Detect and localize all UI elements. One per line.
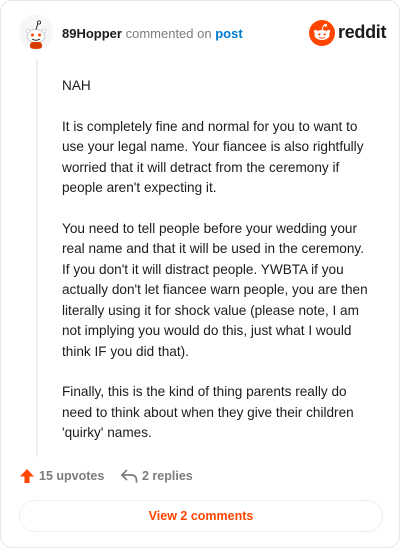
username-link[interactable]: 89Hopper: [62, 26, 122, 41]
comment-paragraph: NAH: [62, 78, 91, 93]
thread-line[interactable]: [36, 59, 38, 457]
comment-body: NAH It is completely fine and normal for…: [62, 76, 372, 464]
comment-header: 89Hopper commented on post reddit: [19, 15, 387, 53]
upvote-count: 15 upvotes: [39, 469, 105, 483]
upvote-button[interactable]: 15 upvotes: [19, 467, 109, 485]
comment-paragraph: It is completely fine and normal for you…: [62, 118, 364, 196]
comment-paragraph: Finally, this is the kind of thing paren…: [62, 384, 354, 440]
post-link[interactable]: post: [215, 26, 242, 41]
reply-count: 2 replies: [142, 469, 193, 483]
replies-button[interactable]: 2 replies: [120, 467, 200, 485]
reddit-logo[interactable]: reddit: [309, 20, 387, 46]
avatar[interactable]: [19, 15, 53, 49]
reddit-logo-icon: [309, 20, 335, 46]
comment-card: 89Hopper commented on post reddit NAH It…: [0, 0, 400, 548]
comment-actions: 15 upvotes 2 replies: [19, 467, 385, 487]
view-comments-button[interactable]: View 2 comments: [19, 500, 383, 532]
comment-meta: 89Hopper commented on post: [62, 26, 243, 41]
upvote-arrow-icon: [20, 469, 34, 483]
reply-arrow-icon: [120, 469, 138, 483]
reddit-wordmark: reddit: [338, 22, 387, 42]
snoo-avatar-icon: [19, 15, 53, 49]
comment-paragraph: You need to tell people before your wedd…: [62, 220, 368, 359]
commented-on-text: commented on: [125, 26, 212, 41]
